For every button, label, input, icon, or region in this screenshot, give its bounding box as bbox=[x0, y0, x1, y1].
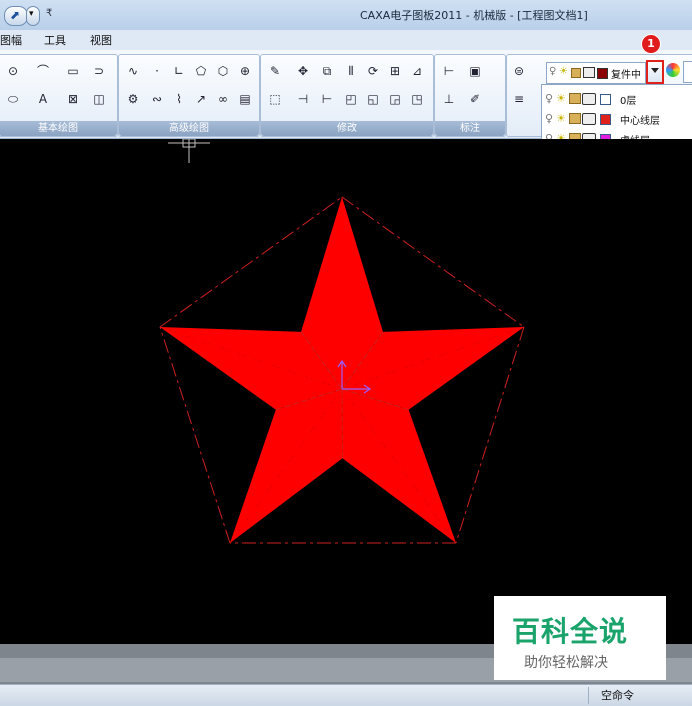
table-icon[interactable]: ▤ bbox=[237, 91, 253, 107]
menu-sheet[interactable]: 图幅 bbox=[0, 32, 22, 48]
group-label-annotate: 标注 bbox=[435, 121, 505, 136]
layer-name: 中心线层 bbox=[620, 112, 660, 127]
select-icon[interactable]: ⬚ bbox=[267, 91, 283, 107]
gear-icon[interactable]: ⚙ bbox=[125, 91, 141, 107]
group-modify: ✎ ✥ ⧉ ⫴ ⟳ ⊞ ⊿ ⬚ ⊣ ⊢ ◰ ◱ ◲ ◳ 修改 bbox=[260, 54, 434, 137]
printer-icon bbox=[583, 67, 595, 78]
drawing-canvas[interactable] bbox=[0, 139, 692, 644]
point-icon[interactable]: · bbox=[149, 63, 165, 79]
printer-icon[interactable] bbox=[582, 93, 596, 105]
move-icon[interactable]: ✥ bbox=[295, 63, 311, 79]
polyline-icon[interactable]: ⊃ bbox=[91, 63, 107, 79]
chevron-down-icon: ▾ bbox=[29, 9, 34, 19]
text-icon[interactable]: A bbox=[35, 91, 51, 107]
block-icon[interactable]: ◫ bbox=[91, 91, 107, 107]
scale-icon[interactable]: ⊿ bbox=[409, 63, 425, 79]
dimension-style-icon[interactable]: ▣ bbox=[467, 63, 483, 79]
group-label-advanced-draw: 高级绘图 bbox=[119, 121, 259, 136]
tolerance-icon[interactable]: ⊥ bbox=[441, 91, 457, 107]
lock-icon[interactable] bbox=[569, 113, 581, 124]
explode-icon[interactable]: ◲ bbox=[387, 91, 403, 107]
rotate-icon[interactable]: ⟳ bbox=[365, 63, 381, 79]
eraser-icon[interactable]: ✎ bbox=[267, 63, 283, 79]
copy-icon[interactable]: ⧉ bbox=[319, 63, 335, 79]
callout-marker-1: 1 bbox=[641, 34, 661, 54]
layer-name: 0层 bbox=[620, 92, 636, 107]
color-swatch bbox=[600, 114, 611, 125]
sun-icon[interactable]: ☀ bbox=[556, 92, 566, 105]
sun-icon[interactable]: ☀ bbox=[556, 112, 566, 125]
watermark-title: 百科全说 bbox=[512, 610, 628, 650]
angle-line-icon[interactable]: ∟ bbox=[171, 63, 187, 79]
quick-access-toolbar: ⬈ ▾ ₹ bbox=[0, 6, 62, 24]
extend-icon[interactable]: ⊢ bbox=[319, 91, 335, 107]
fillet-icon[interactable]: ◰ bbox=[343, 91, 359, 107]
layer-item[interactable]: ♀☀ 中心线层 bbox=[542, 109, 692, 129]
layer-item[interactable]: ♀☀ 0层 bbox=[542, 89, 692, 109]
arc-icon[interactable]: ⌒ bbox=[35, 63, 51, 79]
lock-icon[interactable] bbox=[569, 93, 581, 104]
watermark-subtitle: 助你轻松解决 bbox=[524, 652, 608, 672]
app-menu-dropdown[interactable]: ▾ bbox=[26, 6, 40, 26]
pentagon-icon[interactable]: ⬡ bbox=[215, 63, 231, 79]
dimension-icon[interactable]: ⊢ bbox=[441, 63, 457, 79]
group-basic-draw: ⊙ ⌒ ▭ ⊃ ⬭ A ⊠ ◫ 基本绘图 bbox=[0, 54, 118, 137]
polygon-icon[interactable]: ⬠ bbox=[193, 63, 209, 79]
group-advanced-draw: ∿ · ∟ ⬠ ⬡ ⊕ ⚙ ∾ ⌇ ↗ ∞ ▤ 高级绘图 bbox=[118, 54, 260, 137]
mirror-icon[interactable]: ⫴ bbox=[343, 63, 359, 79]
color-wheel-icon[interactable] bbox=[666, 63, 680, 77]
customize-qat-icon[interactable]: ₹ bbox=[46, 8, 52, 19]
lock-icon bbox=[571, 68, 581, 78]
layer-dropdown-button[interactable] bbox=[646, 60, 664, 84]
break-line-icon[interactable]: ⌇ bbox=[171, 91, 187, 107]
layer-manager-icon[interactable]: ⊜ bbox=[511, 63, 527, 79]
trim-icon[interactable]: ⊣ bbox=[295, 91, 311, 107]
chevron-down-icon bbox=[651, 68, 659, 73]
centerline-icon[interactable]: ⊕ bbox=[237, 63, 253, 79]
status-command: 空命令 bbox=[588, 687, 692, 704]
wave-icon[interactable]: ∾ bbox=[149, 91, 165, 107]
arrow-icon[interactable]: ↗ bbox=[193, 91, 209, 107]
bulb-icon[interactable]: ♀ bbox=[545, 92, 553, 105]
ellipse-icon[interactable]: ⬭ bbox=[5, 91, 21, 107]
watermark: 百科全说 助你轻松解决 bbox=[494, 596, 666, 680]
array-icon[interactable]: ⊞ bbox=[387, 63, 403, 79]
stretch-icon[interactable]: ◳ bbox=[409, 91, 425, 107]
layer-combo[interactable]: ♀ ☀ 复件中 bbox=[546, 62, 646, 84]
title-bar: ⬈ ▾ ₹ CAXA电子图板2011 - 机械版 - [工程图文档1] bbox=[0, 0, 692, 30]
bulb-icon[interactable]: ♀ bbox=[545, 112, 553, 125]
menu-tools[interactable]: 工具 bbox=[44, 32, 66, 48]
color-box[interactable] bbox=[683, 61, 692, 83]
note-icon[interactable]: ✐ bbox=[467, 91, 483, 107]
menu-view[interactable]: 视图 bbox=[90, 32, 112, 48]
window-title: CAXA电子图板2011 - 机械版 - [工程图文档1] bbox=[360, 7, 588, 23]
menu-bar: 图幅 工具 视图 bbox=[0, 30, 692, 51]
spline-icon[interactable]: ∿ bbox=[125, 63, 141, 79]
group-label-basic-draw: 基本绘图 bbox=[0, 121, 117, 136]
group-label-modify: 修改 bbox=[261, 121, 433, 136]
sun-icon: ☀ bbox=[559, 66, 569, 78]
linetype-icon[interactable]: ≡ bbox=[511, 91, 527, 107]
group-annotate: ⊢ ▣ ⊥ ✐ 标注 bbox=[434, 54, 506, 137]
color-swatch bbox=[597, 68, 608, 79]
arrow-icon: ⬈ bbox=[10, 8, 20, 22]
cursor-crosshair bbox=[168, 139, 210, 163]
drawing-svg bbox=[0, 139, 692, 644]
current-layer-name: 复件中 bbox=[611, 66, 641, 81]
color-swatch bbox=[600, 94, 611, 105]
chamfer-icon[interactable]: ◱ bbox=[365, 91, 381, 107]
link-icon[interactable]: ∞ bbox=[215, 91, 231, 107]
bulb-icon: ♀ bbox=[549, 66, 559, 78]
app-menu-button[interactable]: ⬈ bbox=[4, 6, 28, 26]
printer-icon[interactable] bbox=[582, 113, 596, 125]
hatch-icon[interactable]: ⊠ bbox=[65, 91, 81, 107]
rectangle-icon[interactable]: ▭ bbox=[65, 63, 81, 79]
circle-icon[interactable]: ⊙ bbox=[5, 63, 21, 79]
